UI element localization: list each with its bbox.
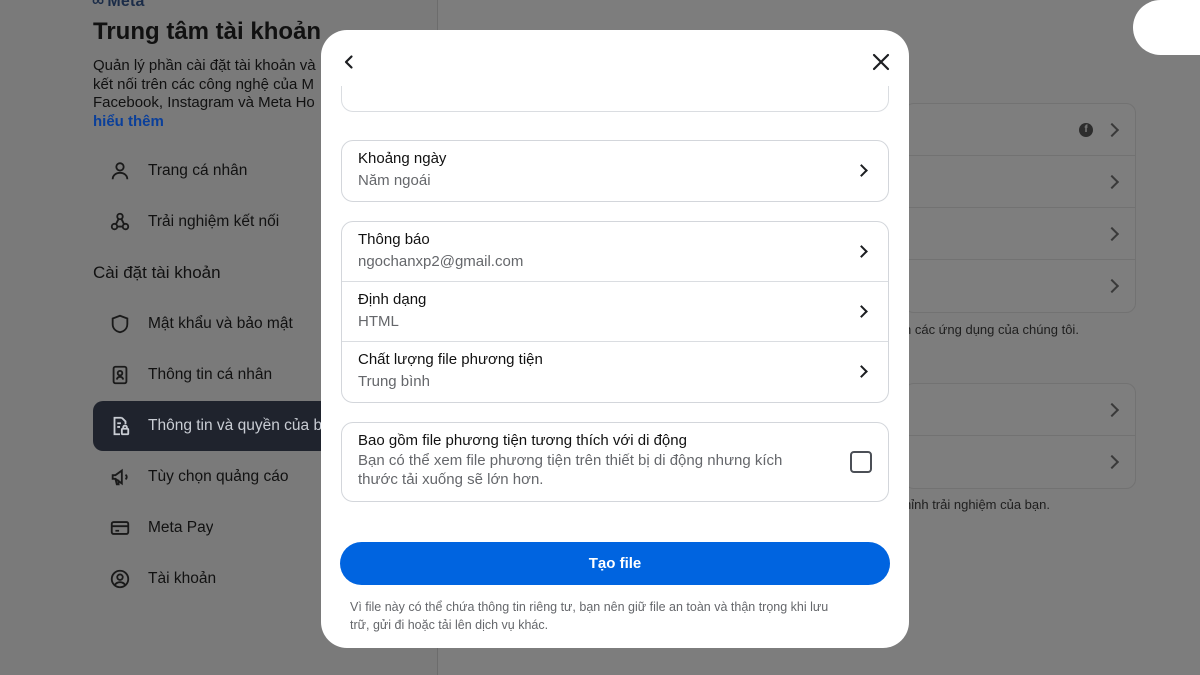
chevron-right-icon <box>1104 122 1120 137</box>
format-value: HTML <box>358 313 399 330</box>
right-settings-card: f <box>904 103 1136 313</box>
chevron-right-icon <box>1104 402 1120 417</box>
right-helper-text: n các ứng dụng của chúng tôi. <box>904 322 1079 337</box>
shield-icon <box>107 311 133 337</box>
scrolled-card-edge <box>341 86 889 112</box>
back-button[interactable] <box>335 48 363 76</box>
chevron-right-icon <box>1104 174 1120 189</box>
facebook-icon: f <box>1079 122 1093 137</box>
mobile-media-checkbox[interactable] <box>850 451 872 473</box>
close-icon <box>872 53 890 71</box>
megaphone-icon <box>107 464 133 490</box>
privacy-footnote: Vì file này có thể chứa thông tin riêng … <box>350 600 829 632</box>
create-file-button[interactable]: Tạo file <box>340 542 890 585</box>
format-row[interactable]: Định dạng HTML <box>342 282 888 342</box>
page-title: Trung tâm tài khoản <box>93 18 322 45</box>
dialog-header <box>321 30 909 94</box>
connected-experiences-icon <box>107 209 133 235</box>
chevron-right-icon <box>1104 278 1120 294</box>
right-settings-card-2 <box>904 383 1136 489</box>
date-range-label: Khoảng ngày <box>358 150 447 167</box>
corner-overlay-shape <box>1133 0 1200 55</box>
notification-row[interactable]: Thông báo ngochanxp2@gmail.com <box>342 222 888 282</box>
media-quality-value: Trung bình <box>358 373 430 390</box>
date-range-value: Năm ngoái <box>358 172 431 189</box>
right-row[interactable] <box>905 260 1135 312</box>
download-info-dialog: Khoảng ngày Năm ngoái Thông báo ngochanx… <box>321 30 909 648</box>
mobile-media-option[interactable]: Bao gồm file phương tiện tương thích với… <box>341 422 889 502</box>
id-badge-icon <box>107 362 133 388</box>
page-description: Quản lý phần cài đặt tài khoản và kết nố… <box>93 57 333 131</box>
right-row[interactable]: f <box>905 104 1135 156</box>
chevron-right-icon <box>1104 454 1120 470</box>
mobile-media-label: Bao gồm file phương tiện tương thích với… <box>358 432 687 449</box>
media-quality-label: Chất lượng file phương tiện <box>358 351 543 368</box>
format-label: Định dạng <box>358 291 427 308</box>
right-helper-text-2: hỉnh trải nghiệm của bạn. <box>904 497 1050 512</box>
chevron-left-icon <box>344 55 353 69</box>
media-quality-row[interactable]: Chất lượng file phương tiện Trung bình <box>342 342 888 402</box>
notification-label: Thông báo <box>358 231 430 248</box>
meta-logo: ∞ Meta <box>92 0 145 11</box>
right-row[interactable] <box>905 436 1135 488</box>
credit-card-icon <box>107 515 133 541</box>
right-row[interactable] <box>905 208 1135 260</box>
date-range-card: Khoảng ngày Năm ngoái <box>341 140 889 202</box>
options-card: Thông báo ngochanxp2@gmail.com Định dạng… <box>341 221 889 403</box>
date-range-row[interactable]: Khoảng ngày Năm ngoái <box>342 141 888 201</box>
notification-value: ngochanxp2@gmail.com <box>358 253 524 270</box>
mobile-media-description: Bạn có thể xem file phương tiện trên thi… <box>358 452 783 488</box>
meta-infinity-icon: ∞ <box>92 0 105 10</box>
document-lock-icon <box>107 413 133 439</box>
right-row[interactable] <box>905 384 1135 436</box>
person-icon <box>107 158 133 184</box>
section-label-account-settings: Cài đặt tài khoản <box>93 263 221 282</box>
account-circle-icon <box>107 566 133 592</box>
right-row[interactable] <box>905 156 1135 208</box>
close-button[interactable] <box>867 48 895 76</box>
learn-more-link[interactable]: hiểu thêm <box>93 113 333 132</box>
chevron-right-icon <box>1104 226 1120 241</box>
